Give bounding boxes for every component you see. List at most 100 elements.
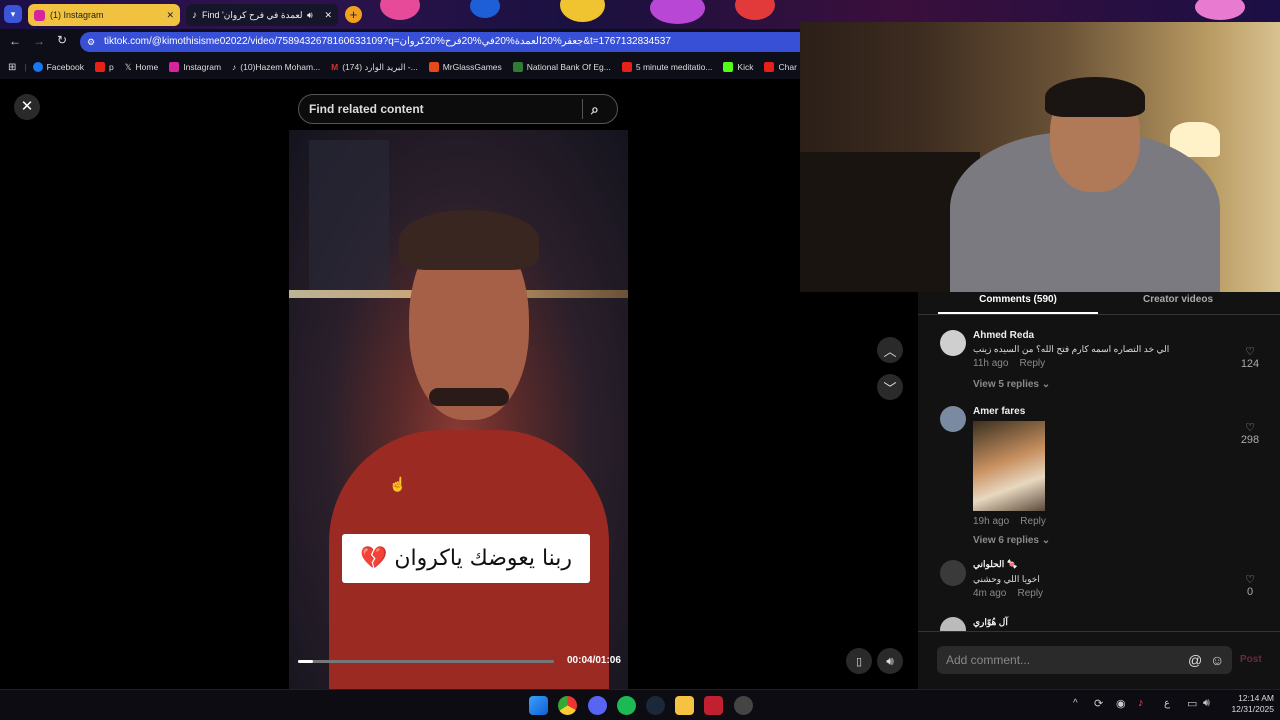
tab-label: (1) Instagram <box>50 10 104 20</box>
kick-icon <box>723 62 734 72</box>
post-button[interactable]: Post <box>1240 654 1262 665</box>
avatar[interactable] <box>940 560 966 586</box>
back-icon[interactable]: ← <box>9 34 21 48</box>
url-text: tiktok.com/@kimothisisme02022/video/7589… <box>104 36 671 47</box>
close-tab-icon[interactable]: ✕ <box>166 10 174 21</box>
video-player[interactable] <box>289 130 628 689</box>
bookmark-kick[interactable]: Kick <box>723 62 753 72</box>
clock-date: 12/31/2025 <box>1231 704 1274 714</box>
view-replies-button[interactable]: View 6 replies <box>973 535 1039 546</box>
gmail-icon: M <box>331 62 339 72</box>
bookmark-label: Facebook <box>46 62 84 72</box>
comment-item: Ahmed Reda الي خد التصاره اسمه كارم فتح … <box>973 330 1213 390</box>
spotify-icon[interactable] <box>617 696 636 715</box>
bookmark-meditation[interactable]: 5 minute meditatio... <box>621 62 712 72</box>
forward-icon[interactable]: → <box>33 34 45 48</box>
bookmark-tiktok[interactable]: ♪ (10)Hazem Moham... <box>232 62 320 72</box>
chevron-up-icon[interactable]: ^ <box>1073 698 1078 709</box>
close-tab-icon[interactable]: ✕ <box>324 10 332 21</box>
comment-text: الي خد التصاره اسمه كارم فتح الله؟ من ال… <box>973 344 1170 354</box>
bookmark-label: MrGlassGames <box>442 62 502 72</box>
search-icon[interactable]: ⌕ <box>591 95 599 123</box>
like-button[interactable]: ♡ 0 <box>1235 573 1265 598</box>
avatar[interactable] <box>940 330 966 356</box>
youtube-icon <box>94 62 105 72</box>
bookmark-nbe[interactable]: National Bank Of Eg... <box>512 62 611 72</box>
like-button[interactable]: ♡ 298 <box>1235 421 1265 446</box>
url-field[interactable]: ⚙ tiktok.com/@kimothisisme02022/video/75… <box>80 32 800 52</box>
start-icon[interactable] <box>529 696 548 715</box>
wallpaper-blob <box>650 0 705 24</box>
games-icon <box>428 62 439 72</box>
close-video-button[interactable]: ✕ <box>14 94 40 120</box>
app-icon[interactable] <box>734 696 753 715</box>
network-icon[interactable]: ▭ <box>1187 697 1197 710</box>
bookmark-char[interactable]: Char <box>764 62 797 72</box>
miniplayer-icon[interactable]: ▯ <box>846 648 872 674</box>
video-editor-icon[interactable] <box>704 696 723 715</box>
apps-icon[interactable]: ⊞ <box>8 62 16 73</box>
reply-button[interactable]: Reply <box>1020 516 1046 527</box>
volume-icon[interactable]: 🔊︎ <box>877 648 903 674</box>
site-info-icon[interactable]: ⚙ <box>87 32 95 52</box>
chevron-down-icon: ⌄ <box>1041 379 1051 390</box>
language-indicator[interactable]: ع <box>1164 698 1170 709</box>
emoji-icon[interactable]: ☺ <box>1210 646 1224 674</box>
bookmark-facebook[interactable]: Facebook <box>32 62 84 72</box>
comment-image[interactable] <box>973 421 1045 511</box>
bookmark-mrglassgames[interactable]: MrGlassGames <box>428 62 502 72</box>
tab-comments[interactable]: Comments (590) <box>938 294 1098 305</box>
next-video-button[interactable]: ﹀ <box>877 374 903 400</box>
bookmark-label: Char <box>778 62 797 72</box>
tab-tiktok[interactable]: ♪ Find 'العمدة في فرح كروان' on TikTok 🔊… <box>186 4 338 26</box>
mention-icon[interactable]: @ <box>1188 646 1202 674</box>
like-button[interactable]: ♡ 124 <box>1235 345 1265 370</box>
tab-creator-videos[interactable]: Creator videos <box>1098 294 1258 305</box>
youtube-icon <box>764 62 775 72</box>
comment-time: 4m ago <box>973 588 1007 599</box>
bookmark-label: Kick <box>737 62 754 72</box>
comment-time: 11h ago <box>973 358 1009 369</box>
comment-author[interactable]: Amer fares <box>973 406 1213 417</box>
bookmark-p[interactable]: p <box>94 62 114 72</box>
comment-text: اخويا اللي وحشني <box>973 574 1040 584</box>
file-explorer-icon[interactable] <box>675 696 694 715</box>
wallpaper-blob <box>735 0 775 20</box>
bookmark-gmail[interactable]: M (174) البريد الوارد -... <box>331 62 418 73</box>
new-tab-button[interactable]: + <box>345 6 362 23</box>
progress-track[interactable] <box>298 660 554 663</box>
bookmark-label: Home <box>135 62 159 72</box>
sync-icon[interactable]: ⟳ <box>1094 697 1103 710</box>
bookmark-instagram[interactable]: Instagram <box>169 62 221 72</box>
time-display: 00:04/01:06 <box>567 655 621 666</box>
steam-icon[interactable] <box>646 696 665 715</box>
wallpaper-blob <box>1195 0 1245 20</box>
reply-button[interactable]: Reply <box>1017 588 1043 599</box>
clock[interactable]: 12:14 AM 12/31/2025 <box>1222 693 1274 715</box>
divider <box>918 314 1280 315</box>
bookmark-home[interactable]: 𝕏 Home <box>125 62 159 73</box>
clock-time: 12:14 AM <box>1238 693 1274 703</box>
avatar[interactable] <box>940 406 966 432</box>
view-replies-button[interactable]: View 5 replies <box>973 379 1039 390</box>
tab-instagram[interactable]: (1) Instagram ✕ <box>28 4 180 26</box>
tiktok-icon: ♪ <box>232 62 237 72</box>
x-icon: 𝕏 <box>124 61 132 72</box>
add-comment-input[interactable]: Add comment... @ ☺ <box>937 646 1232 674</box>
comment-author[interactable]: الحلواني 🍬 <box>973 559 1213 570</box>
background-building <box>309 140 389 290</box>
reply-button[interactable]: Reply <box>1020 358 1046 369</box>
chrome-icon[interactable] <box>558 696 577 715</box>
search-input[interactable]: Find related content ⌕ <box>298 94 618 124</box>
previous-video-button[interactable]: ︿ <box>877 337 903 363</box>
tab-search-icon[interactable]: ▾ <box>4 5 22 23</box>
volume-tray-icon[interactable]: 🔊︎ <box>1203 697 1210 710</box>
microphone-icon[interactable]: ♪ <box>1138 697 1144 709</box>
discord-icon[interactable] <box>588 696 607 715</box>
comment-author[interactable]: آل هُوّاري <box>973 617 1008 628</box>
comment-author[interactable]: Ahmed Reda <box>973 330 1213 341</box>
avatar[interactable] <box>940 617 966 631</box>
comment-item: Amer fares 19h ago Reply View 6 replies … <box>973 406 1213 546</box>
discord-tray-icon[interactable]: ◉ <box>1116 697 1126 710</box>
reload-icon[interactable]: ↻ <box>57 33 67 47</box>
